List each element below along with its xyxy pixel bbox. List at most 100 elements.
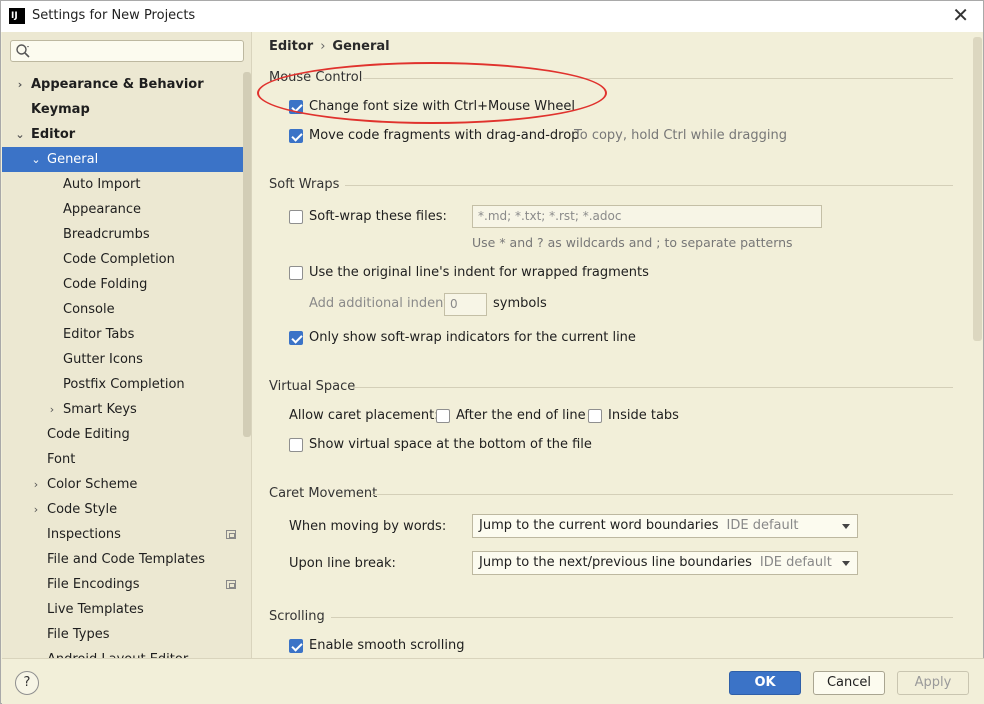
sidebar-item-label: Android Layout Editor xyxy=(47,647,188,658)
sidebar-item-label: Postfix Completion xyxy=(63,377,185,392)
smooth-scrolling-checkbox[interactable] xyxy=(289,639,303,653)
section-divider xyxy=(371,494,953,495)
sidebar-item-label: File and Code Templates xyxy=(47,552,205,567)
sidebar-item-android-layout-editor[interactable]: Android Layout Editor xyxy=(2,647,251,658)
show-virtual-space-checkbox[interactable] xyxy=(289,438,303,452)
after-end-of-line-label[interactable]: After the end of line xyxy=(456,408,586,423)
section-divider xyxy=(345,185,953,186)
soft-wrap-files-checkbox[interactable] xyxy=(289,210,303,224)
sidebar-item-console[interactable]: Console xyxy=(2,297,251,322)
after-end-of-line-checkbox[interactable] xyxy=(436,409,450,423)
sidebar-item-file-code-templates[interactable]: File and Code Templates xyxy=(2,547,251,572)
only-show-indicators-checkbox[interactable] xyxy=(289,331,303,345)
search-icon xyxy=(16,44,30,58)
soft-wrap-patterns-hint: Use * and ? as wildcards and ; to separa… xyxy=(472,235,793,250)
chevron-down-icon[interactable]: ⌄ xyxy=(14,122,26,147)
sidebar-item-label: Font xyxy=(47,452,76,467)
sidebar-item-color-scheme[interactable]: › Color Scheme xyxy=(2,472,251,497)
project-scope-icon xyxy=(226,580,236,589)
breadcrumb: Editor › General xyxy=(269,39,390,54)
help-button[interactable]: ? xyxy=(15,671,39,695)
sidebar-item-smart-keys[interactable]: › Smart Keys xyxy=(2,397,251,422)
chevron-right-icon[interactable]: › xyxy=(46,397,58,422)
sidebar-item-appearance-behavior[interactable]: › Appearance & Behavior xyxy=(2,72,251,97)
original-indent-checkbox[interactable] xyxy=(289,266,303,280)
app-icon: IJ xyxy=(9,8,25,24)
line-break-note: IDE default xyxy=(759,555,832,570)
line-break-value: Jump to the next/previous line boundarie… xyxy=(479,555,752,570)
sidebar-item-file-encodings[interactable]: File Encodings xyxy=(2,572,251,597)
sidebar-item-gutter-icons[interactable]: Gutter Icons xyxy=(2,347,251,372)
chevron-right-icon[interactable]: › xyxy=(14,72,26,97)
sidebar-item-code-folding[interactable]: Code Folding xyxy=(2,272,251,297)
search-input[interactable] xyxy=(10,40,244,62)
line-break-label: Upon line break: xyxy=(289,556,396,571)
sidebar-item-editor-tabs[interactable]: Editor Tabs xyxy=(2,322,251,347)
sidebar-item-label: Editor xyxy=(31,127,76,142)
chevron-right-icon[interactable]: › xyxy=(30,472,42,497)
sidebar-item-label: Editor Tabs xyxy=(63,327,135,342)
sidebar-item-label: Code Style xyxy=(47,502,118,517)
sidebar-item-appearance[interactable]: Appearance xyxy=(2,197,251,222)
chevron-down-icon[interactable]: ⌄ xyxy=(30,147,42,172)
sidebar-item-code-style[interactable]: › Code Style xyxy=(2,497,251,522)
sidebar-item-general[interactable]: ⌄ General xyxy=(2,147,251,172)
inside-tabs-checkbox[interactable] xyxy=(588,409,602,423)
apply-button[interactable]: Apply xyxy=(897,671,969,695)
move-code-fragments-checkbox[interactable] xyxy=(289,129,303,143)
additional-indent-label: Add additional indent: xyxy=(309,296,453,311)
sidebar-item-keymap[interactable]: Keymap xyxy=(2,97,251,122)
sidebar-item-label: Console xyxy=(63,302,115,317)
sidebar-item-code-editing[interactable]: Code Editing xyxy=(2,422,251,447)
move-code-fragments-label[interactable]: Move code fragments with drag-and-drop xyxy=(309,128,579,143)
sidebar-item-live-templates[interactable]: Live Templates xyxy=(2,597,251,622)
sidebar-item-auto-import[interactable]: Auto Import xyxy=(2,172,251,197)
line-break-dropdown[interactable]: Jump to the next/previous line boundarie… xyxy=(472,551,858,575)
section-title-caret-movement: Caret Movement xyxy=(269,486,378,501)
section-divider xyxy=(353,387,953,388)
settings-content: Editor › General Mouse Control Change font… xyxy=(253,32,983,658)
dialog-footer: ? OK Cancel Apply xyxy=(2,658,984,704)
symbols-label: symbols xyxy=(493,296,547,311)
sidebar-item-label: General xyxy=(47,152,99,167)
allow-caret-label: Allow caret placement: xyxy=(289,408,439,423)
sidebar-item-label: Color Scheme xyxy=(47,477,138,492)
additional-indent-input[interactable]: 0 xyxy=(444,293,487,316)
sidebar-item-label: Breadcrumbs xyxy=(63,227,150,242)
sidebar-item-label: Keymap xyxy=(31,102,90,117)
soft-wrap-files-label[interactable]: Soft-wrap these files: xyxy=(309,209,447,224)
breadcrumb-separator: › xyxy=(320,39,326,54)
move-code-hint: To copy, hold Ctrl while dragging xyxy=(574,128,787,143)
settings-window: IJ Settings for New Projects ✕ › Appeara… xyxy=(0,0,984,704)
chevron-right-icon[interactable]: › xyxy=(30,497,42,522)
breadcrumb-editor[interactable]: Editor xyxy=(269,39,313,54)
sidebar-item-label: File Encodings xyxy=(47,577,140,592)
only-show-indicators-label[interactable]: Only show soft-wrap indicators for the c… xyxy=(309,330,636,345)
moving-by-words-dropdown[interactable]: Jump to the current word boundaries IDE d… xyxy=(472,514,858,538)
sidebar-item-breadcrumbs[interactable]: Breadcrumbs xyxy=(2,222,251,247)
soft-wrap-patterns-input[interactable]: *.md; *.txt; *.rst; *.adoc xyxy=(472,205,822,228)
sidebar-item-inspections[interactable]: Inspections xyxy=(2,522,251,547)
moving-by-words-label: When moving by words: xyxy=(289,519,447,534)
smooth-scrolling-label[interactable]: Enable smooth scrolling xyxy=(309,638,465,653)
section-divider xyxy=(331,617,953,618)
sidebar-item-label: Code Editing xyxy=(47,427,130,442)
ok-button[interactable]: OK xyxy=(729,671,801,695)
content-scrollbar[interactable] xyxy=(973,37,982,341)
inside-tabs-label[interactable]: Inside tabs xyxy=(608,408,679,423)
annotation-ellipse xyxy=(257,62,607,124)
sidebar-item-editor[interactable]: ⌄ Editor xyxy=(2,122,251,147)
moving-by-words-note: IDE default xyxy=(726,518,799,533)
sidebar-item-font[interactable]: Font xyxy=(2,447,251,472)
sidebar-item-code-completion[interactable]: Code Completion xyxy=(2,247,251,272)
close-icon[interactable]: ✕ xyxy=(952,5,969,25)
sidebar-item-label: File Types xyxy=(47,627,110,642)
original-indent-label[interactable]: Use the original line's indent for wrapp… xyxy=(309,265,649,280)
cancel-button[interactable]: Cancel xyxy=(813,671,885,695)
project-scope-icon xyxy=(226,530,236,539)
sidebar-item-label: Inspections xyxy=(47,527,121,542)
sidebar-item-postfix-completion[interactable]: Postfix Completion xyxy=(2,372,251,397)
show-virtual-space-label[interactable]: Show virtual space at the bottom of the … xyxy=(309,437,592,452)
sidebar-item-file-types[interactable]: File Types xyxy=(2,622,251,647)
sidebar-scrollbar[interactable] xyxy=(243,72,251,437)
